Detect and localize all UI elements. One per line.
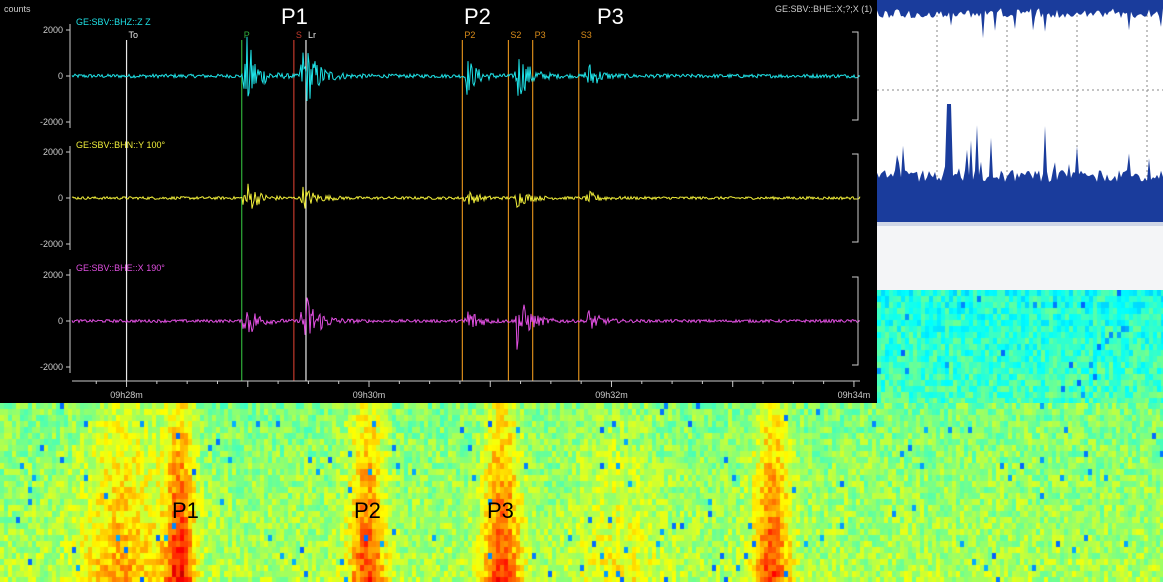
seismogram-chart: counts GE:SBV::BHE::X;?;X (1) 20000-2000… bbox=[0, 0, 877, 403]
spectrogram-right bbox=[877, 290, 1163, 403]
y-tick-label: 0 bbox=[58, 71, 63, 81]
y-tick-label: 0 bbox=[58, 316, 63, 326]
overlay-label-p2: P2 bbox=[464, 4, 491, 29]
x-tick-label: 09h32m bbox=[595, 390, 628, 400]
overlay-label-p3: P3 bbox=[597, 4, 624, 29]
series-legend-y: GE:SBV::BHN::Y 100° bbox=[76, 140, 166, 150]
phase-marker-label: P3 bbox=[535, 30, 546, 40]
series-legend-z: GE:SBV::BHZ::Z Z bbox=[76, 17, 151, 27]
right-title: GE:SBV::BHE::X;?;X (1) bbox=[775, 4, 872, 14]
histogram-panel bbox=[877, 0, 1163, 290]
phase-marker-label: P2 bbox=[464, 30, 475, 40]
y-tick-label: -2000 bbox=[40, 117, 63, 127]
x-tick-label: 09h30m bbox=[353, 390, 386, 400]
x-tick-label: 09h28m bbox=[110, 390, 143, 400]
y-tick-label: 2000 bbox=[43, 147, 63, 157]
overlay-label-p1: P1 bbox=[281, 4, 308, 29]
phase-marker-label: S bbox=[296, 30, 302, 40]
phase-marker-label: S2 bbox=[510, 30, 521, 40]
phase-marker-label: Lr bbox=[308, 30, 316, 40]
spectrogram-bottom bbox=[0, 403, 1163, 582]
spectrogram-label-p2: P2 bbox=[354, 498, 381, 523]
y-tick-label: 2000 bbox=[43, 25, 63, 35]
series-legend-x: GE:SBV::BHE::X 190° bbox=[76, 263, 165, 273]
phase-marker-label: S3 bbox=[581, 30, 592, 40]
x-tick-label: 09h34m bbox=[838, 390, 871, 400]
y-tick-label: 2000 bbox=[43, 270, 63, 280]
phase-marker-label: To bbox=[129, 30, 139, 40]
y-tick-label: 0 bbox=[58, 193, 63, 203]
spectrogram-label-p1: P1 bbox=[172, 498, 199, 523]
spectrogram-label-p3: P3 bbox=[487, 498, 514, 523]
y-tick-label: -2000 bbox=[40, 362, 63, 372]
y-tick-label: -2000 bbox=[40, 239, 63, 249]
counts-label: counts bbox=[4, 4, 31, 14]
